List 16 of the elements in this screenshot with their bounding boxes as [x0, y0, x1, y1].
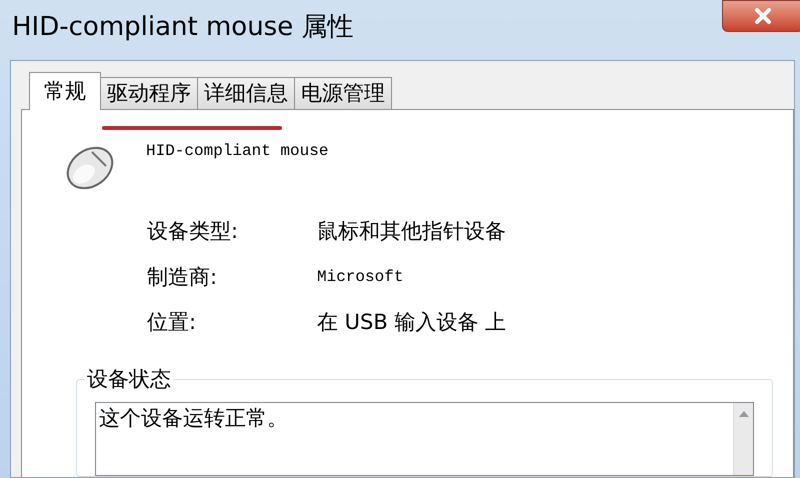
window-title: HID-compliant mouse 属性 [12, 10, 354, 44]
property-value: 在 USB 输入设备 上 [317, 309, 508, 336]
tab[interactable]: 常规 [29, 72, 101, 110]
scroll-up-icon[interactable] [738, 410, 748, 416]
property-label: 制造商: [147, 264, 218, 290]
property-label: 位置: [147, 309, 198, 336]
property-value: 鼠标和其他指针设备 [317, 218, 507, 245]
tab[interactable]: 驱动程序 [100, 77, 198, 109]
scrollbar[interactable] [733, 402, 753, 475]
device-name: HID-compliant mouse [146, 141, 328, 162]
tab[interactable]: 电源管理 [294, 77, 392, 109]
property-value: Microsoft [317, 267, 404, 288]
property-label: 设备类型: [147, 218, 240, 245]
tab[interactable]: 详细信息 [197, 77, 295, 109]
status-text: 这个设备运转正常。 [98, 404, 289, 432]
close-button[interactable] [722, 0, 800, 32]
